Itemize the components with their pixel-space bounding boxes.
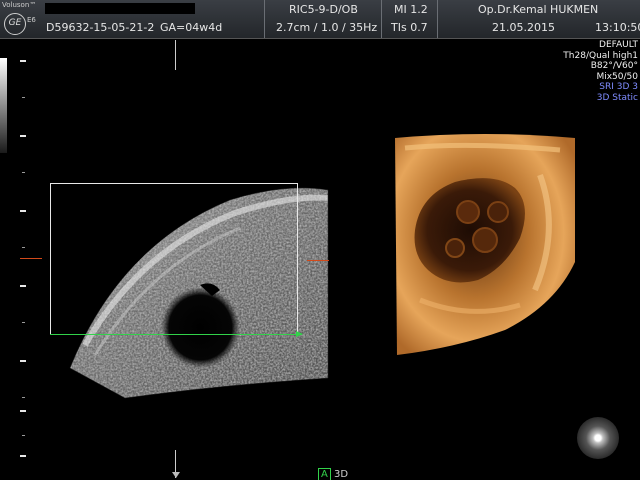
render-3d-view xyxy=(395,134,575,355)
view-a-label[interactable]: A xyxy=(318,468,331,480)
roi-arrow-icon xyxy=(296,331,303,337)
focus-marker-right xyxy=(307,260,329,261)
view-3d-label[interactable]: 3D xyxy=(332,469,350,480)
roi-render-line[interactable] xyxy=(50,334,302,335)
roi-box[interactable] xyxy=(50,183,298,335)
trackball-icon[interactable] xyxy=(577,417,619,459)
focus-marker-left xyxy=(20,258,42,259)
